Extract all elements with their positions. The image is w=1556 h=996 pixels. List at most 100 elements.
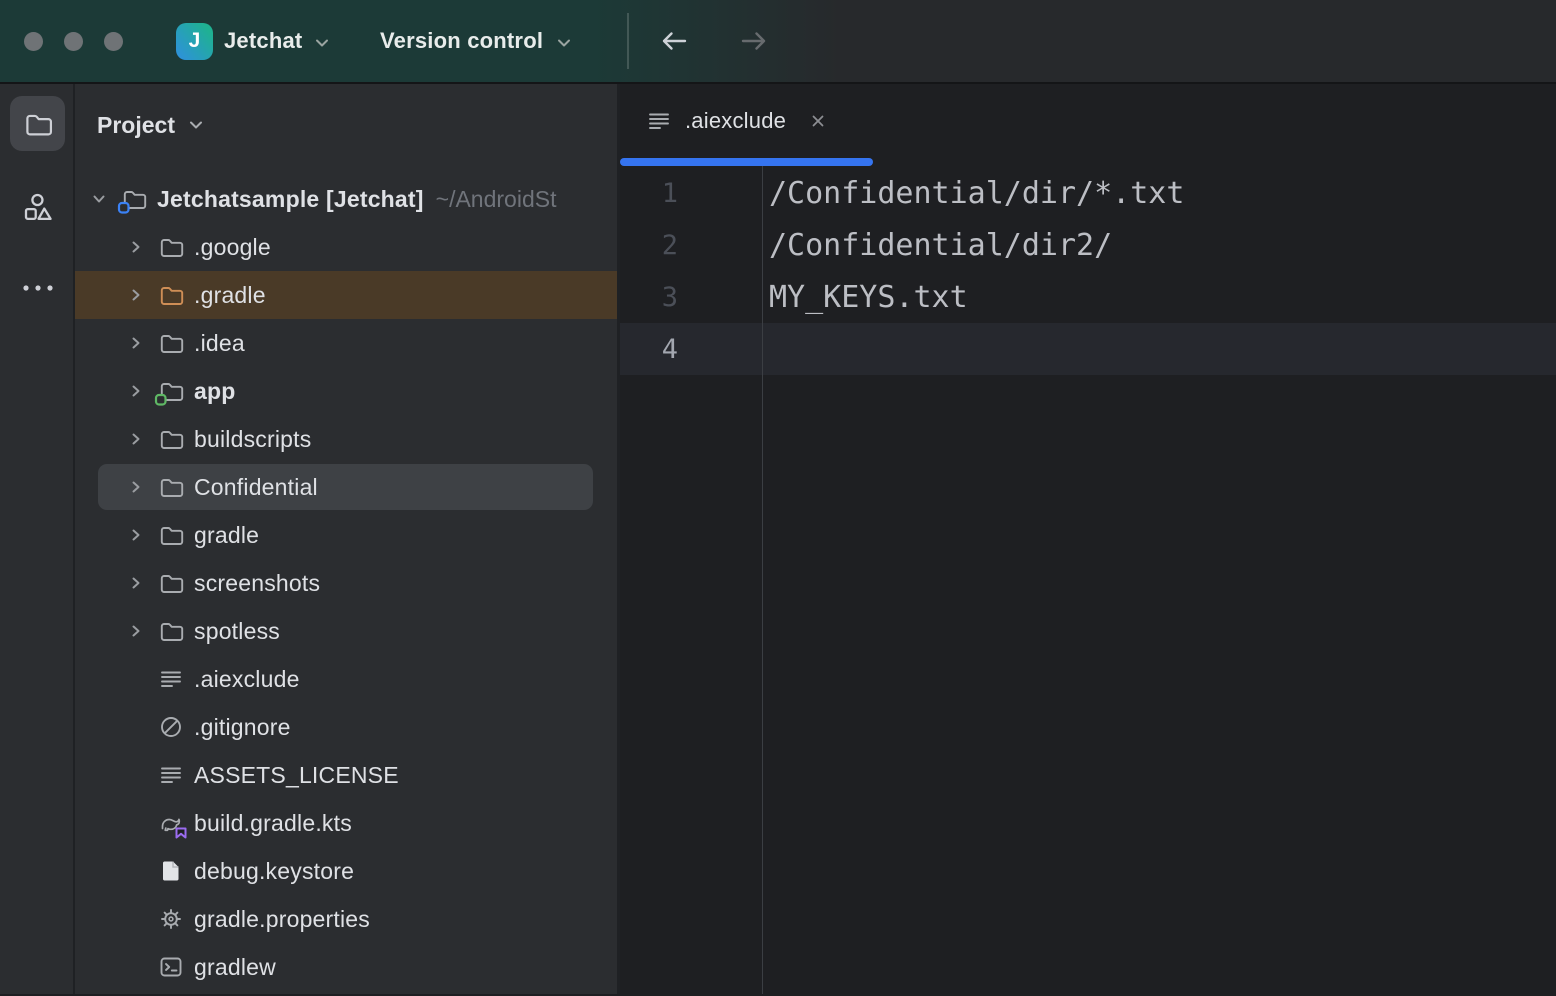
chevron-right-icon[interactable] xyxy=(123,426,149,452)
chevron-right-icon[interactable] xyxy=(123,234,149,260)
tree-item-app[interactable]: app xyxy=(75,367,617,415)
tree-item-spotless[interactable]: spotless xyxy=(75,607,617,655)
tree-item-gradle[interactable]: gradle xyxy=(75,511,617,559)
line-number: 2 xyxy=(620,230,762,261)
project-tool-window: Project Jetchatsample [Jetchat]~/Android… xyxy=(75,84,620,994)
tree-item-buildscripts[interactable]: buildscripts xyxy=(75,415,617,463)
arrow-left-icon xyxy=(656,23,692,59)
chevron-down-icon xyxy=(555,34,573,52)
chevron-right-icon[interactable] xyxy=(123,570,149,596)
text-file-icon xyxy=(646,108,672,134)
project-path-hint: ~/AndroidSt xyxy=(436,186,557,213)
module-folder-icon xyxy=(158,378,184,404)
tree-item-label: buildscripts xyxy=(194,426,311,453)
tree-item-confidential[interactable]: Confidential xyxy=(75,463,617,511)
code-text[interactable]: /Confidential/dir2/ xyxy=(762,228,1112,263)
tree-item-gitignore[interactable]: .gitignore xyxy=(75,703,617,751)
window-controls xyxy=(24,0,123,82)
tool-window-stripe xyxy=(0,84,75,994)
close-window-button[interactable] xyxy=(24,32,43,51)
main-area: Project Jetchatsample [Jetchat]~/Android… xyxy=(0,84,1556,994)
chevron-right-icon[interactable] xyxy=(123,330,149,356)
folder-icon xyxy=(158,330,184,356)
tree-item-label: gradlew xyxy=(194,954,276,981)
tree-item-gradlew[interactable]: gradlew xyxy=(75,943,617,991)
minimize-window-button[interactable] xyxy=(64,32,83,51)
tree-item-label: gradle xyxy=(194,522,259,549)
folder-icon xyxy=(158,474,184,500)
code-text[interactable]: /Confidential/dir/*.txt xyxy=(762,176,1184,211)
chevron-down-icon xyxy=(313,34,331,52)
tree-item-label: .gitignore xyxy=(194,714,291,741)
tree-item-gradle[interactable]: .gradle xyxy=(75,271,617,319)
tab-label: .aiexclude xyxy=(685,108,786,134)
zoom-window-button[interactable] xyxy=(104,32,123,51)
text-file-icon xyxy=(158,762,184,788)
tree-item-assets-license[interactable]: ASSETS_LICENSE xyxy=(75,751,617,799)
code-editor[interactable]: 1/Confidential/dir/*.txt2/Confidential/d… xyxy=(620,166,1556,994)
tree-item-label: spotless xyxy=(194,618,280,645)
twisty-spacer xyxy=(123,810,149,836)
project-root-folder-icon xyxy=(121,186,147,212)
properties-file-icon xyxy=(158,906,184,932)
tree-item-build-gradle-kts[interactable]: build.gradle.kts xyxy=(75,799,617,847)
tree-item-label: .google xyxy=(194,234,271,261)
more-ellipsis-icon xyxy=(21,283,55,293)
editor-tab-aiexclude[interactable]: .aiexclude xyxy=(620,84,873,158)
tree-item-debug-keystore[interactable]: debug.keystore xyxy=(75,847,617,895)
chevron-right-icon[interactable] xyxy=(123,474,149,500)
project-view-title: Project xyxy=(97,112,175,139)
ide-window: J Jetchat Version control xyxy=(0,0,1556,996)
tree-item-aiexclude[interactable]: .aiexclude xyxy=(75,655,617,703)
folder-icon xyxy=(158,282,184,308)
tree-item-jetchatsample-jetchat[interactable]: Jetchatsample [Jetchat]~/AndroidSt xyxy=(75,175,617,223)
folder-icon xyxy=(158,234,184,260)
structure-icon xyxy=(22,192,54,224)
chevron-right-icon[interactable] xyxy=(123,282,149,308)
tree-item-gradle-properties[interactable]: gradle.properties xyxy=(75,895,617,943)
titlebar: J Jetchat Version control xyxy=(0,0,1556,84)
tree-item-label: screenshots xyxy=(194,570,320,597)
arrow-right-icon xyxy=(736,23,772,59)
tree-item-label: .aiexclude xyxy=(194,666,300,693)
more-tool-windows-button[interactable] xyxy=(10,260,65,315)
code-line[interactable]: 3MY_KEYS.txt xyxy=(620,271,1556,323)
chevron-down-icon[interactable] xyxy=(86,186,112,212)
twisty-spacer xyxy=(123,714,149,740)
tree-item-screenshots[interactable]: screenshots xyxy=(75,559,617,607)
ignored-file-icon xyxy=(158,714,184,740)
line-number: 3 xyxy=(620,282,762,313)
tree-item-google[interactable]: .google xyxy=(75,223,617,271)
twisty-spacer xyxy=(123,666,149,692)
navigate-forward-button[interactable] xyxy=(732,0,776,82)
code-line[interactable]: 4 xyxy=(620,323,1556,375)
tree-item-label: .idea xyxy=(194,330,245,357)
code-text[interactable]: MY_KEYS.txt xyxy=(762,280,968,315)
folder-icon xyxy=(158,522,184,548)
vcs-widget[interactable]: Version control xyxy=(380,0,573,82)
tree-item-label: debug.keystore xyxy=(194,858,354,885)
folder-icon xyxy=(158,426,184,452)
titlebar-divider xyxy=(627,13,629,69)
twisty-spacer xyxy=(123,762,149,788)
twisty-spacer xyxy=(123,954,149,980)
navigate-back-button[interactable] xyxy=(652,0,696,82)
structure-tool-window-button[interactable] xyxy=(10,180,65,235)
twisty-spacer xyxy=(123,906,149,932)
chevron-right-icon[interactable] xyxy=(123,378,149,404)
tree-item-idea[interactable]: .idea xyxy=(75,319,617,367)
project-view-selector[interactable]: Project xyxy=(97,102,617,148)
project-avatar: J xyxy=(176,23,213,60)
project-tool-window-button[interactable] xyxy=(10,96,65,151)
project-selector[interactable]: J Jetchat xyxy=(176,0,331,82)
tree-item-label: ASSETS_LICENSE xyxy=(194,762,399,789)
project-tree: Jetchatsample [Jetchat]~/AndroidSt .googl… xyxy=(75,175,617,991)
chevron-right-icon[interactable] xyxy=(123,618,149,644)
tree-item-label: build.gradle.kts xyxy=(194,810,352,837)
tree-item-label: .gradle xyxy=(194,282,266,309)
document-file-icon xyxy=(158,858,184,884)
chevron-right-icon[interactable] xyxy=(123,522,149,548)
code-line[interactable]: 2/Confidential/dir2/ xyxy=(620,219,1556,271)
close-tab-icon[interactable] xyxy=(809,112,827,130)
code-line[interactable]: 1/Confidential/dir/*.txt xyxy=(620,167,1556,219)
